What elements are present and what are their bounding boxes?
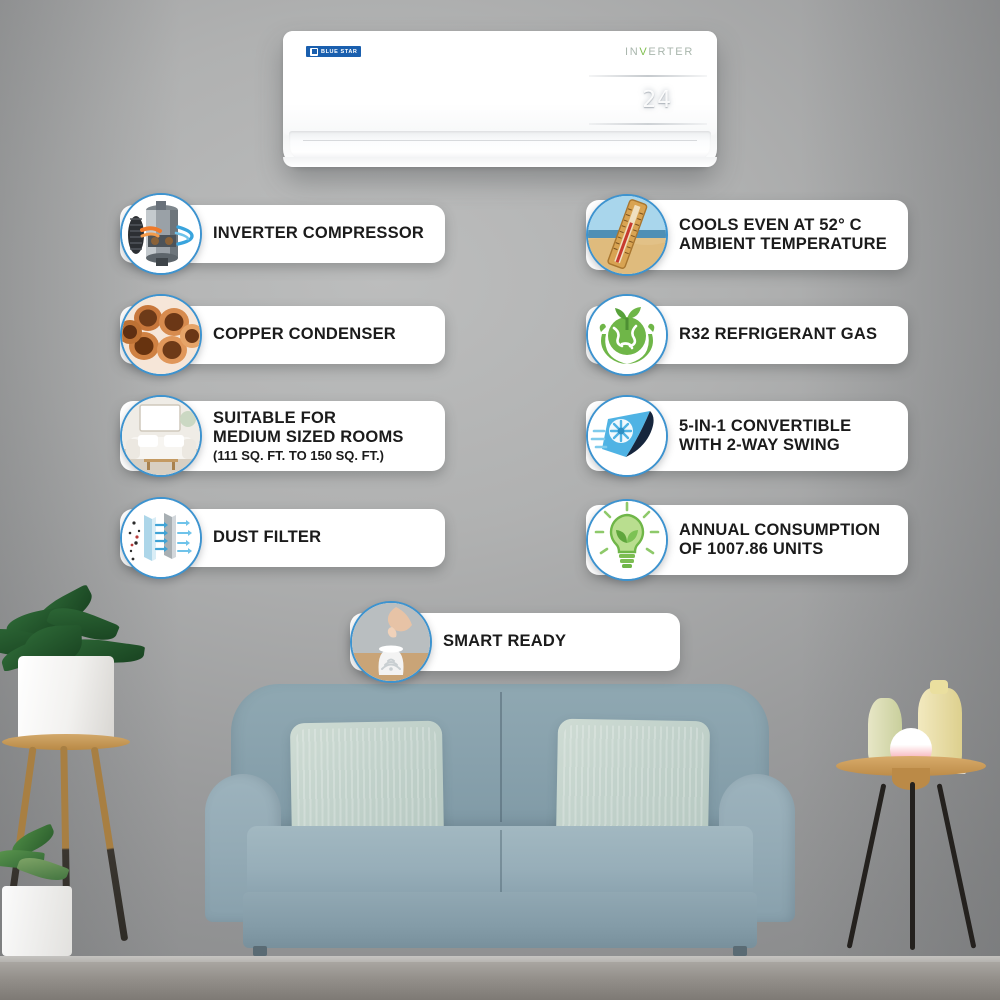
small-plant-pot (2, 886, 72, 956)
sofa-base (243, 892, 757, 948)
side-table-leg (910, 782, 915, 950)
compressor-icon (120, 193, 202, 275)
feature-card-inverter-compressor: INVERTER COMPRESSOR (120, 193, 445, 275)
sofa-seat (247, 826, 753, 898)
air-filter-icon (120, 497, 202, 579)
feature-card-r32-gas: R32 REFRIGERANT GAS (586, 294, 908, 376)
feature-card-annual-consumption: ANNUAL CONSUMPTION OF 1007.86 UNITS (586, 499, 908, 581)
air-conditioner-unit: BLUE STAR INVERTER 24 (283, 31, 717, 167)
eco-globe-hands-icon (586, 294, 668, 376)
side-table-leg (936, 783, 977, 949)
feature-card-dust-filter: DUST FILTER (120, 497, 445, 579)
inverter-badge: INVERTER (624, 46, 694, 58)
feature-card-suitable-rooms: SUITABLE FOR MEDIUM SIZED ROOMS (111 SQ.… (120, 395, 445, 477)
brand-name: BLUE STAR (321, 48, 358, 55)
ac-panel-line (589, 75, 707, 77)
feature-card-convertible: 5-IN-1 CONVERTIBLE WITH 2-WAY SWING (586, 395, 908, 477)
brand-mark-icon (310, 47, 318, 56)
floor (0, 962, 1000, 1000)
airflow-swing-icon (586, 395, 668, 477)
plant-pot (18, 656, 114, 744)
feature-card-copper-condenser: COPPER CONDENSER (120, 294, 445, 376)
ac-bottom-lip (283, 157, 717, 167)
feature-card-cools-52c: COOLS EVEN AT 52° C AMBIENT TEMPERATURE (586, 194, 908, 276)
smart-speaker-icon (350, 601, 432, 683)
beach-thermometer-icon (586, 194, 668, 276)
temperature-display: 24 (642, 87, 672, 113)
small-potted-plant (0, 823, 112, 956)
living-room-icon (120, 395, 202, 477)
sofa-foot (733, 946, 747, 956)
side-table (832, 680, 990, 956)
brand-logo: BLUE STAR (306, 46, 362, 57)
sofa (205, 684, 795, 956)
sofa-foot (253, 946, 267, 956)
ac-panel-line (589, 123, 707, 125)
copper-pipes-icon (120, 294, 202, 376)
eco-bulb-icon (586, 499, 668, 581)
feature-card-smart-ready: SMART READY (350, 601, 680, 683)
side-table-leg (846, 783, 887, 949)
